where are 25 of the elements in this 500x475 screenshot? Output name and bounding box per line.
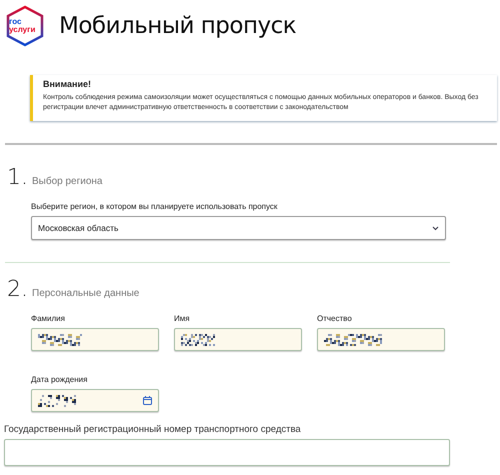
field-label: Фамилия [31, 314, 66, 323]
page-title: Мобильный пропуск [59, 13, 296, 39]
field-label: Отчество [317, 314, 353, 323]
text-field[interactable] [31, 328, 159, 351]
field-label: Имя [174, 314, 191, 323]
chevron-down-icon [432, 226, 439, 230]
step-number: 2. [7, 277, 28, 302]
gosuslugi-logo: гос услуги [5, 5, 45, 47]
field-label: Выберите регион, в котором вы планируете использовать пропуск [31, 202, 278, 211]
alert-title: Внимание! [43, 79, 92, 89]
section-title: Персональные данные [32, 288, 140, 299]
step-number: 1. [7, 165, 28, 190]
redacted-value [38, 334, 82, 346]
date-field[interactable] [31, 389, 159, 412]
text-field[interactable] [317, 328, 445, 351]
region-dropdown[interactable]: Московская область [31, 216, 446, 240]
text-field[interactable] [174, 328, 302, 351]
redacted-value [181, 334, 215, 346]
field-label: Дата рождения [31, 375, 88, 384]
section-title: Выбор региона [32, 176, 102, 187]
calendar-icon [143, 396, 152, 405]
field-label: Государственный регистрационный номер транспортного средства [4, 424, 302, 435]
redacted-value [38, 394, 78, 406]
redacted-value [324, 334, 382, 346]
input-field[interactable] [4, 439, 450, 466]
